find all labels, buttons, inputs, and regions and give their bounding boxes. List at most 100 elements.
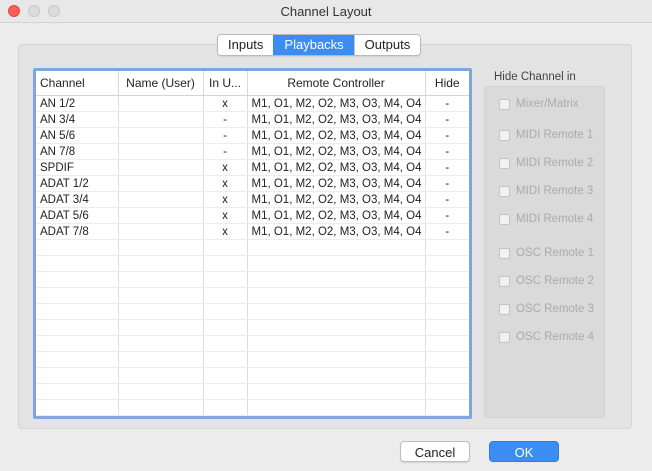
- checkbox-label: MIDI Remote 3: [516, 185, 594, 197]
- hide-option-osc-remote-2[interactable]: OSC Remote 2: [499, 275, 594, 287]
- cell-channel: ADAT 5/6: [36, 207, 119, 224]
- empty-cell: [203, 367, 248, 384]
- cell-name[interactable]: [118, 127, 204, 144]
- empty-table-row: [36, 415, 469, 416]
- empty-cell: [203, 239, 248, 256]
- checkbox[interactable]: [499, 331, 510, 343]
- table-row[interactable]: ADAT 5/6 x M1, O1, M2, O2, M3, O3, M4, O4-: [36, 207, 469, 224]
- cell-name[interactable]: [118, 191, 204, 208]
- cell-hide: -: [425, 143, 469, 160]
- tab-playbacks[interactable]: Playbacks: [273, 35, 354, 55]
- checkbox[interactable]: [499, 303, 510, 315]
- cell-in-use: x: [203, 95, 248, 112]
- checkbox[interactable]: [499, 129, 510, 141]
- empty-table-row: [36, 319, 469, 336]
- cell-remote-controller: M1, O1, M2, O2, M3, O3, M4, O4: [247, 191, 426, 208]
- empty-cell: [203, 351, 248, 368]
- table-header-row: Channel Name (User) In U... Remote Contr…: [36, 71, 469, 96]
- empty-table-row: [36, 399, 469, 416]
- empty-cell: [36, 367, 119, 384]
- hide-option-midi-remote-4[interactable]: MIDI Remote 4: [499, 213, 593, 225]
- empty-cell: [203, 399, 248, 416]
- tab-bar: Inputs Playbacks Outputs: [217, 34, 422, 56]
- hide-option-osc-remote-1[interactable]: OSC Remote 1: [499, 247, 594, 259]
- column-header-name[interactable]: Name (User): [118, 71, 204, 96]
- cell-hide: -: [425, 175, 469, 192]
- hide-option-midi-remote-3[interactable]: MIDI Remote 3: [499, 185, 593, 197]
- hide-option-osc-remote-3[interactable]: OSC Remote 3: [499, 303, 594, 315]
- cell-in-use: x: [203, 223, 248, 240]
- checkbox[interactable]: [499, 213, 510, 225]
- cell-in-use: x: [203, 191, 248, 208]
- cell-channel: ADAT 3/4: [36, 191, 119, 208]
- table-row[interactable]: AN 5/6 - M1, O1, M2, O2, M3, O3, M4, O4-: [36, 127, 469, 144]
- cell-name[interactable]: [118, 223, 204, 240]
- cell-channel: AN 5/6: [36, 127, 119, 144]
- hide-option-midi-remote-1[interactable]: MIDI Remote 1: [499, 129, 593, 141]
- window-title: Channel Layout: [280, 4, 372, 19]
- checkbox[interactable]: [499, 185, 510, 197]
- cell-channel: AN 7/8: [36, 143, 119, 160]
- empty-cell: [118, 271, 204, 288]
- cancel-button[interactable]: Cancel: [400, 441, 470, 462]
- hide-channel-label: Hide Channel in: [494, 71, 576, 83]
- hide-option-mixer-matrix[interactable]: Mixer/Matrix: [499, 98, 579, 110]
- table-row[interactable]: AN 3/4 - M1, O1, M2, O2, M3, O3, M4, O4-: [36, 111, 469, 128]
- empty-cell: [118, 239, 204, 256]
- empty-cell: [118, 287, 204, 304]
- empty-cell: [425, 271, 469, 288]
- empty-cell: [247, 335, 426, 352]
- table-row[interactable]: ADAT 3/4 x M1, O1, M2, O2, M3, O3, M4, O4-: [36, 191, 469, 208]
- column-header-remote-controller[interactable]: Remote Controller: [247, 71, 426, 96]
- cell-remote-controller: M1, O1, M2, O2, M3, O3, M4, O4: [247, 95, 426, 112]
- empty-cell: [247, 319, 426, 336]
- empty-cell: [203, 303, 248, 320]
- empty-cell: [247, 287, 426, 304]
- cell-name[interactable]: [118, 175, 204, 192]
- empty-cell: [247, 303, 426, 320]
- empty-cell: [203, 287, 248, 304]
- empty-cell: [425, 239, 469, 256]
- empty-cell: [118, 399, 204, 416]
- tab-inputs[interactable]: Inputs: [218, 35, 274, 55]
- empty-cell: [118, 335, 204, 352]
- empty-cell: [425, 383, 469, 400]
- cell-name[interactable]: [118, 95, 204, 112]
- cell-remote-controller: M1, O1, M2, O2, M3, O3, M4, O4: [247, 207, 426, 224]
- ok-button[interactable]: OK: [489, 441, 559, 462]
- tab-outputs[interactable]: Outputs: [353, 35, 421, 55]
- column-header-in-use[interactable]: In U...: [203, 71, 248, 96]
- cell-in-use: x: [203, 159, 248, 176]
- cell-name[interactable]: [118, 111, 204, 128]
- hide-option-midi-remote-2[interactable]: MIDI Remote 2: [499, 157, 593, 169]
- checkbox-label: OSC Remote 1: [516, 247, 594, 259]
- column-header-hide[interactable]: Hide: [425, 71, 469, 96]
- channel-table[interactable]: Channel Name (User) In U... Remote Contr…: [33, 68, 472, 419]
- table-row[interactable]: AN 7/8 - M1, O1, M2, O2, M3, O3, M4, O4-: [36, 143, 469, 160]
- cell-remote-controller: M1, O1, M2, O2, M3, O3, M4, O4: [247, 143, 426, 160]
- cell-name[interactable]: [118, 159, 204, 176]
- checkbox[interactable]: [499, 98, 510, 110]
- table-row[interactable]: ADAT 1/2 x M1, O1, M2, O2, M3, O3, M4, O4-: [36, 175, 469, 192]
- cell-name[interactable]: [118, 207, 204, 224]
- checkbox[interactable]: [499, 247, 510, 259]
- empty-cell: [425, 351, 469, 368]
- cell-name[interactable]: [118, 143, 204, 160]
- table-row[interactable]: SPDIF x M1, O1, M2, O2, M3, O3, M4, O4-: [36, 159, 469, 176]
- checkbox[interactable]: [499, 275, 510, 287]
- cell-hide: -: [425, 95, 469, 112]
- cell-hide: -: [425, 223, 469, 240]
- empty-table-row: [36, 383, 469, 400]
- checkbox[interactable]: [499, 157, 510, 169]
- hide-option-osc-remote-4[interactable]: OSC Remote 4: [499, 331, 594, 343]
- table-row[interactable]: AN 1/2 x M1, O1, M2, O2, M3, O3, M4, O4-: [36, 95, 469, 112]
- table-row[interactable]: ADAT 7/8 x M1, O1, M2, O2, M3, O3, M4, O4-: [36, 223, 469, 240]
- column-header-channel[interactable]: Channel: [36, 71, 119, 96]
- cell-in-use: -: [203, 111, 248, 128]
- empty-cell: [247, 367, 426, 384]
- cell-in-use: -: [203, 127, 248, 144]
- checkbox-label: MIDI Remote 1: [516, 129, 594, 141]
- empty-cell: [425, 303, 469, 320]
- cell-remote-controller: M1, O1, M2, O2, M3, O3, M4, O4: [247, 127, 426, 144]
- empty-cell: [203, 271, 248, 288]
